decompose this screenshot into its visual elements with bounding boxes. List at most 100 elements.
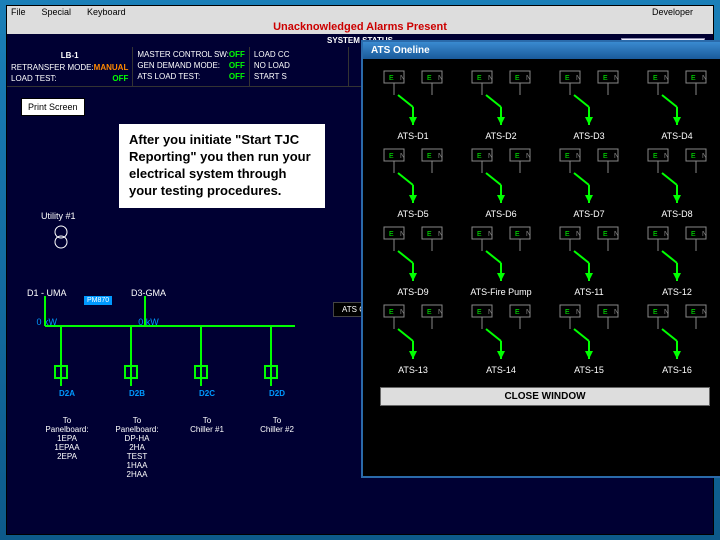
- svg-text:E: E: [603, 231, 608, 238]
- d2b-d6: 2HAA: [107, 470, 167, 479]
- ats-label: ATS-Fire Pump: [459, 287, 543, 297]
- ats-item[interactable]: ENENATS-12: [635, 225, 719, 297]
- ats-label: ATS-15: [547, 365, 631, 375]
- d2a-col: D2A To Panelboard: 1EPA 1EPAA 2EPA: [37, 389, 97, 461]
- menu-special[interactable]: Special: [42, 7, 72, 19]
- svg-text:E: E: [477, 153, 482, 160]
- svg-text:N: N: [576, 309, 581, 316]
- svg-text:N: N: [488, 153, 493, 160]
- svg-text:N: N: [576, 231, 581, 238]
- ats-grid: ENENATS-D1ENENATS-D2ENENATS-D3ENENATS-D4…: [363, 59, 720, 385]
- ats-item[interactable]: ENENATS-11: [547, 225, 631, 297]
- svg-text:E: E: [515, 75, 520, 82]
- ats-switch-icon: ENEN: [378, 147, 448, 205]
- ats-item[interactable]: ENENATS-D1: [371, 69, 455, 141]
- svg-text:E: E: [565, 231, 570, 238]
- svg-text:N: N: [438, 153, 443, 160]
- ats-item[interactable]: ENENATS-14: [459, 303, 543, 375]
- svg-text:E: E: [691, 153, 696, 160]
- gdm-val: OFF: [229, 61, 245, 70]
- svg-text:E: E: [477, 75, 482, 82]
- ats-label: ATS-D1: [371, 131, 455, 141]
- ats-label: ATS-D7: [547, 209, 631, 219]
- ats-label: ATS-D6: [459, 209, 543, 219]
- d2b-d3: 2HA: [107, 443, 167, 452]
- svg-text:N: N: [702, 153, 707, 160]
- svg-text:E: E: [653, 75, 658, 82]
- svg-text:N: N: [702, 75, 707, 82]
- svg-text:N: N: [614, 153, 619, 160]
- menu-keyboard[interactable]: Keyboard: [87, 7, 126, 19]
- ats-switch-icon: ENEN: [378, 225, 448, 283]
- retransfer-key: RETRANSFER MODE:: [11, 63, 94, 72]
- d2c-label: D2C: [177, 389, 237, 398]
- svg-text:E: E: [389, 231, 394, 238]
- svg-text:N: N: [614, 231, 619, 238]
- svg-text:N: N: [664, 153, 669, 160]
- close-window-button[interactable]: CLOSE WINDOW: [380, 387, 710, 406]
- d2a-d1: Panelboard:: [37, 425, 97, 434]
- ats-item[interactable]: ENENATS-Fire Pump: [459, 225, 543, 297]
- d2c-to: To: [177, 416, 237, 425]
- ats-label: ATS-D4: [635, 131, 719, 141]
- loadtest-val: OFF: [112, 74, 128, 83]
- menu-developer[interactable]: Developer: [652, 7, 693, 19]
- svg-text:E: E: [389, 153, 394, 160]
- ats-switch-icon: ENEN: [642, 147, 712, 205]
- noload-key: NO LOAD: [254, 61, 290, 70]
- ats-item[interactable]: ENENATS-13: [371, 303, 455, 375]
- menu-bar: File Special Keyboard Developer: [7, 6, 713, 20]
- svg-text:E: E: [653, 309, 658, 316]
- d2b-d4: TEST: [107, 452, 167, 461]
- svg-text:E: E: [515, 309, 520, 316]
- svg-text:E: E: [603, 75, 608, 82]
- svg-text:N: N: [664, 309, 669, 316]
- d2a-label: D2A: [37, 389, 97, 398]
- svg-text:E: E: [389, 75, 394, 82]
- d2c-col: D2C To Chiller #1: [177, 389, 237, 434]
- ats-label: ATS-D2: [459, 131, 543, 141]
- ats-item[interactable]: ENENATS-D8: [635, 147, 719, 219]
- ats-item[interactable]: ENEN ATS-D5: [371, 147, 455, 219]
- svg-text:N: N: [664, 231, 669, 238]
- ats-item[interactable]: ENENATS-D4: [635, 69, 719, 141]
- print-screen-button[interactable]: Print Screen: [21, 98, 85, 116]
- ats-switch-icon: ENEN: [466, 147, 536, 205]
- ats-item[interactable]: ENEN ATS-D7: [547, 147, 631, 219]
- ats-label: ATS-D3: [547, 131, 631, 141]
- menu-file[interactable]: File: [11, 7, 26, 19]
- ats-item[interactable]: ENENATS-16: [635, 303, 719, 375]
- d2d-d1: Chiller #2: [247, 425, 307, 434]
- ats-item[interactable]: ENENATS-D9: [371, 225, 455, 297]
- svg-text:E: E: [427, 153, 432, 160]
- ats-label: ATS-D5: [371, 209, 455, 219]
- ats-label: ATS-12: [635, 287, 719, 297]
- loadtest-key: LOAD TEST:: [11, 74, 57, 83]
- d2b-col: D2B To Panelboard: DP-HA 2HA TEST 1HAA 2…: [107, 389, 167, 479]
- ats-item[interactable]: ENENATS-15: [547, 303, 631, 375]
- ats-item[interactable]: ENENATS-D3: [547, 69, 631, 141]
- svg-text:E: E: [565, 75, 570, 82]
- instruction-callout: After you initiate "Start TJC Reporting"…: [119, 124, 325, 208]
- d2b-d1: Panelboard:: [107, 425, 167, 434]
- retransfer-val: MANUAL: [94, 63, 129, 72]
- alarm-banner: Unacknowledged Alarms Present: [7, 20, 713, 34]
- svg-text:N: N: [488, 231, 493, 238]
- ats-switch-icon: ENEN: [554, 147, 624, 205]
- svg-text:N: N: [400, 231, 405, 238]
- svg-text:E: E: [389, 309, 394, 316]
- ats-item[interactable]: ENEN ATS-D6: [459, 147, 543, 219]
- d2d-col: D2D To Chiller #2: [247, 389, 307, 434]
- svg-text:N: N: [438, 309, 443, 316]
- d2b-d2: DP-HA: [107, 434, 167, 443]
- svg-text:E: E: [691, 231, 696, 238]
- svg-text:N: N: [488, 75, 493, 82]
- svg-text:E: E: [603, 309, 608, 316]
- ats-switch-icon: ENEN: [466, 69, 536, 127]
- ats-switch-icon: ENEN: [378, 303, 448, 361]
- ats-label: ATS-16: [635, 365, 719, 375]
- ats-val: OFF: [229, 72, 245, 81]
- gdm-key: GEN DEMAND MODE:: [137, 61, 220, 70]
- lb-label: LB-1: [11, 49, 128, 62]
- ats-item[interactable]: ENEN ATS-D2: [459, 69, 543, 141]
